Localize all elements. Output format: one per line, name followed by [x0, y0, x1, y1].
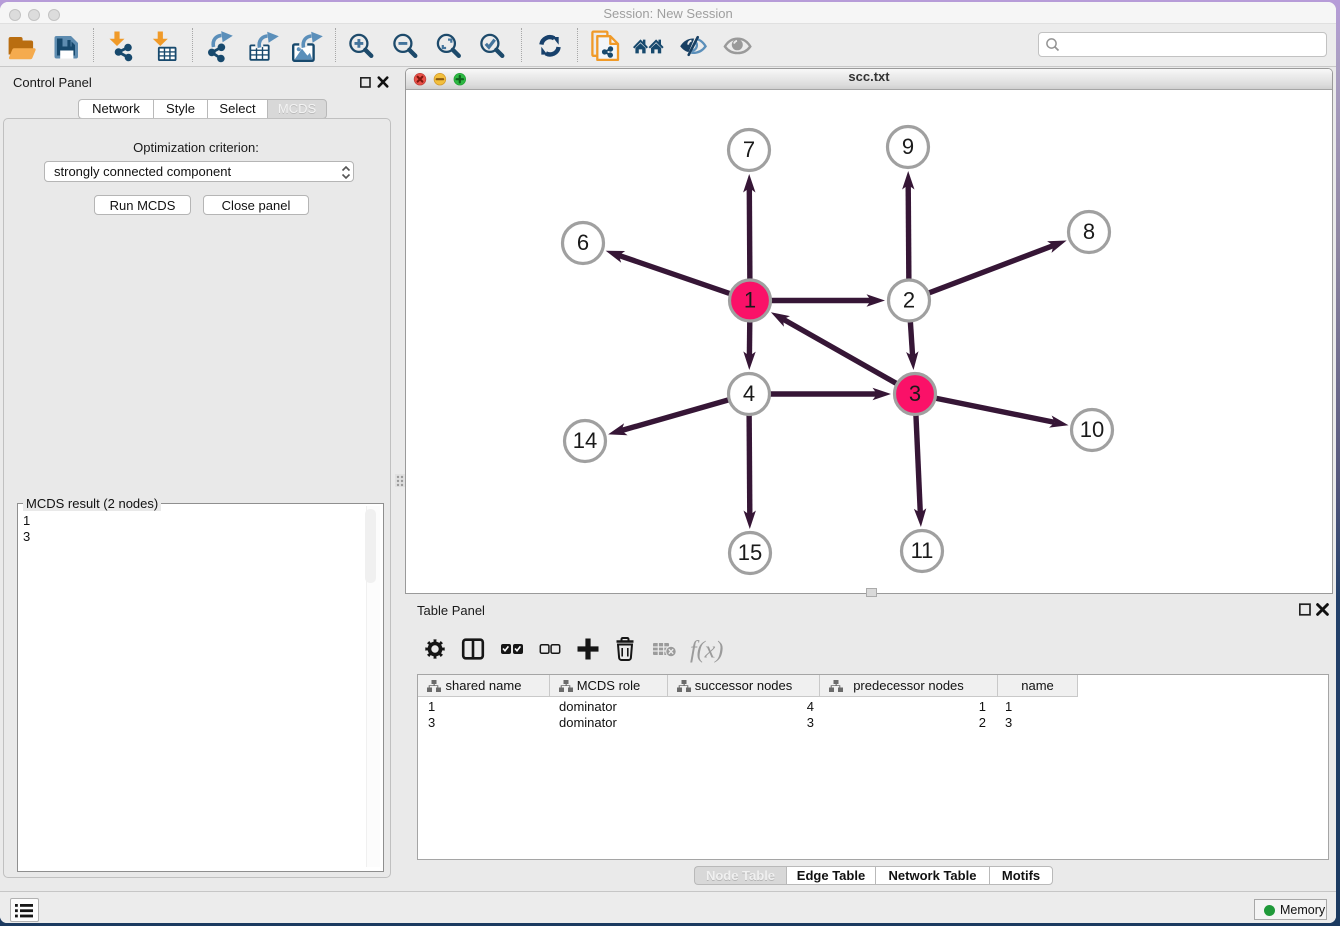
svg-text:14: 14 [573, 428, 597, 453]
svg-text:f(x): f(x) [690, 638, 723, 664]
svg-text:1: 1 [744, 288, 756, 313]
svg-text:4: 4 [743, 381, 755, 406]
svg-text:15: 15 [738, 540, 762, 565]
svg-text:10: 10 [1080, 417, 1104, 442]
svg-text:9: 9 [902, 134, 914, 159]
svg-text:2: 2 [903, 288, 915, 313]
svg-text:8: 8 [1083, 219, 1095, 244]
svg-text:6: 6 [577, 230, 589, 255]
svg-text:3: 3 [909, 381, 921, 406]
svg-text:11: 11 [911, 538, 934, 563]
svg-text:7: 7 [743, 137, 755, 162]
